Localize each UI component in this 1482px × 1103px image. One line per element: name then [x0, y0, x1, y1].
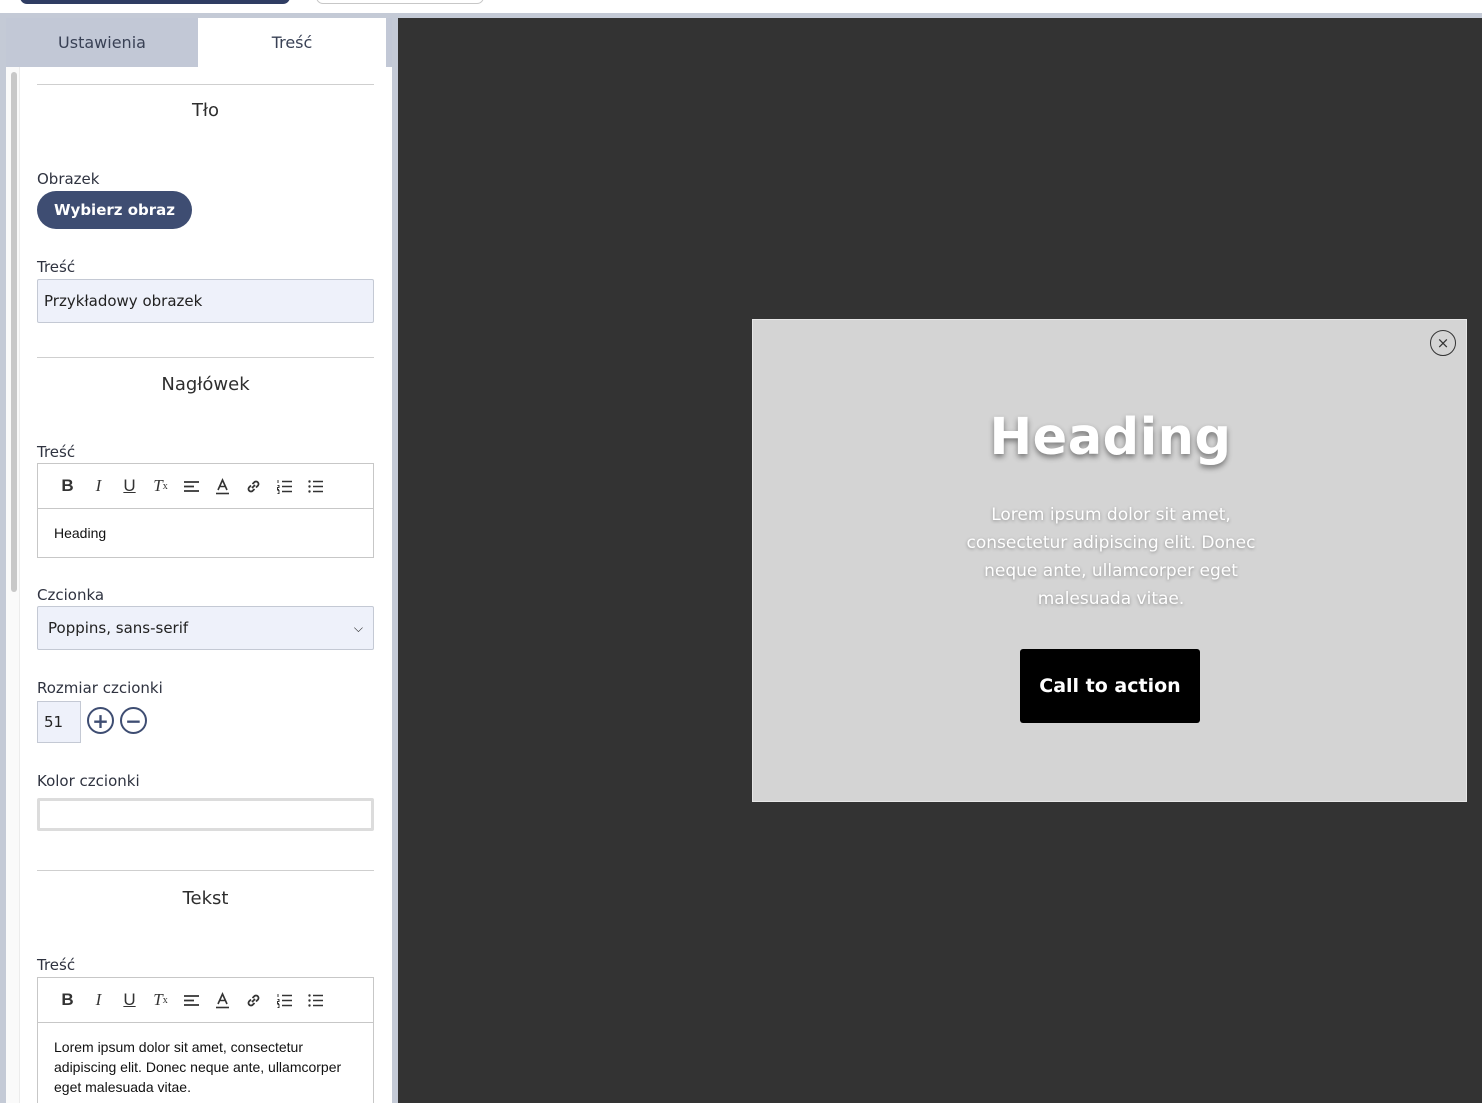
section-divider	[37, 870, 374, 871]
italic-icon[interactable]: I	[83, 474, 114, 498]
ordered-list-icon[interactable]	[269, 474, 300, 498]
panel-scrollbar[interactable]	[6, 67, 20, 1103]
font-size-input[interactable]: 51	[37, 701, 81, 743]
clear-format-icon[interactable]: Tx	[145, 988, 176, 1012]
call-to-action-button[interactable]: Call to action	[1020, 649, 1200, 723]
top-secondary-button[interactable]	[316, 0, 484, 4]
text-content-label: Treść	[37, 956, 76, 974]
align-icon[interactable]	[176, 474, 207, 498]
font-select[interactable]: Poppins, sans-serif ⌵	[37, 606, 374, 650]
section-divider	[37, 84, 374, 85]
tab-ustawienia[interactable]: Ustawienia	[6, 18, 198, 67]
popup-preview: × Heading Lorem ipsum dolor sit amet, co…	[752, 319, 1467, 802]
font-color-input[interactable]	[37, 798, 374, 831]
close-icon[interactable]: ×	[1430, 330, 1456, 356]
preview-canvas: × Heading Lorem ipsum dolor sit amet, co…	[398, 18, 1482, 1103]
popup-text: Lorem ipsum dolor sit amet, consectetur …	[966, 505, 1256, 609]
section-title-background: Tło	[191, 100, 220, 121]
italic-icon[interactable]: I	[83, 988, 114, 1012]
top-primary-button[interactable]	[20, 0, 290, 4]
clear-format-icon[interactable]: Tx	[145, 474, 176, 498]
align-icon[interactable]	[176, 988, 207, 1012]
bullet-list-icon[interactable]	[300, 474, 331, 498]
chevron-down-icon: ⌵	[353, 620, 363, 635]
background-content-label: Treść	[37, 258, 76, 276]
text-color-icon[interactable]	[207, 474, 238, 498]
underline-icon[interactable]: U	[114, 988, 145, 1012]
section-title-text: Tekst	[182, 888, 229, 909]
heading-editor-body[interactable]: Heading	[38, 509, 373, 557]
panel-tabs: Ustawienia Treść	[6, 18, 392, 67]
font-color-label: Kolor czcionki	[37, 772, 140, 790]
text-editor-body[interactable]: Lorem ipsum dolor sit amet, consectetur …	[38, 1023, 373, 1103]
editor-panel: Ustawienia Treść Tło Obrazek Wybierz obr…	[6, 18, 392, 1103]
text-color-icon[interactable]	[207, 988, 238, 1012]
text-editor-toolbar: B I U Tx	[38, 978, 373, 1023]
font-size-label: Rozmiar czcionki	[37, 679, 163, 697]
link-icon[interactable]	[238, 988, 269, 1012]
section-title-heading: Nagłówek	[161, 374, 250, 395]
heading-content-label: Treść	[37, 443, 76, 461]
link-icon[interactable]	[238, 474, 269, 498]
bullet-list-icon[interactable]	[300, 988, 331, 1012]
tab-tresc[interactable]: Treść	[198, 18, 386, 67]
font-label: Czcionka	[37, 586, 105, 604]
increase-icon[interactable]: +	[87, 707, 114, 734]
bold-icon[interactable]: B	[52, 474, 83, 498]
text-rich-editor: B I U Tx Lorem ipsum dolor sit amet, con…	[37, 977, 374, 1103]
heading-rich-editor: B I U Tx Heading	[37, 463, 374, 558]
choose-image-button[interactable]: Wybierz obraz	[37, 191, 193, 229]
ordered-list-icon[interactable]	[269, 988, 300, 1012]
panel-content: Tło Obrazek Wybierz obraz Treść Przykład…	[37, 84, 374, 1103]
image-label: Obrazek	[37, 170, 100, 188]
background-content-input[interactable]: Przykładowy obrazek	[37, 279, 374, 323]
section-divider	[37, 357, 374, 358]
popup-heading: Heading	[989, 408, 1232, 467]
scrollbar-thumb[interactable]	[11, 72, 17, 592]
underline-icon[interactable]: U	[114, 474, 145, 498]
top-toolbar-strip	[0, 0, 1482, 13]
decrease-icon[interactable]: −	[120, 707, 147, 734]
font-select-value: Poppins, sans-serif	[48, 619, 189, 637]
bold-icon[interactable]: B	[52, 988, 83, 1012]
heading-editor-toolbar: B I U Tx	[38, 464, 373, 509]
